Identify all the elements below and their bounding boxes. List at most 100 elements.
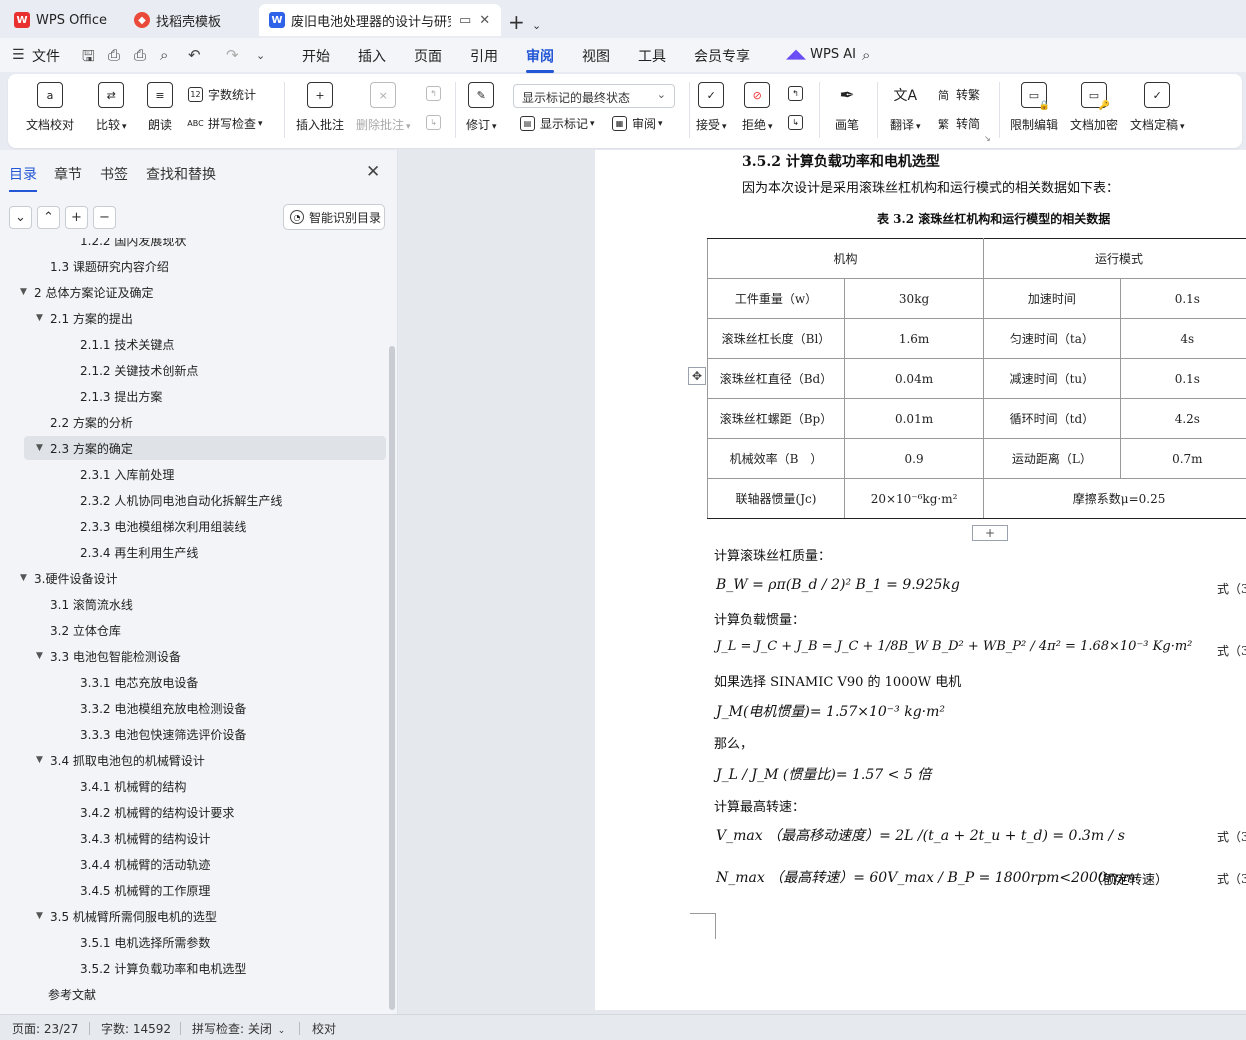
prev-change-button[interactable]: ↰ xyxy=(788,86,808,101)
expand-chevron-icon[interactable]: ▼ xyxy=(36,911,50,921)
proofread-button[interactable]: a 文档校对 xyxy=(26,82,74,133)
toc-item[interactable]: 2.1.3 提出方案 xyxy=(0,384,162,408)
toc-item[interactable]: 3.1 滚筒流水线 xyxy=(0,592,133,616)
toc-item[interactable]: 3.4.3 机械臂的结构设计 xyxy=(0,826,210,850)
panel-tab-bookmarks[interactable]: 书签 xyxy=(100,164,128,184)
close-tab-icon[interactable]: ✕ xyxy=(479,13,490,28)
toc-item[interactable]: 2.3.1 入库前处理 xyxy=(0,462,174,486)
panel-tab-find-replace[interactable]: 查找和替换 xyxy=(146,164,216,184)
page-indicator[interactable]: 页面: 23/27 xyxy=(12,1020,78,1037)
expand-chevron-icon[interactable]: ▼ xyxy=(20,573,34,583)
prev-comment-button[interactable]: ↰ xyxy=(426,86,446,101)
tab-list-chevron-icon[interactable]: ⌄ xyxy=(532,9,541,41)
ribbon-expand-icon[interactable]: ↘ xyxy=(984,134,991,143)
toc-item[interactable]: 3.5.1 电机选择所需参数 xyxy=(0,930,210,954)
toc-item[interactable]: ▼ 2.1 方案的提出 xyxy=(0,306,133,330)
show-markup-button[interactable]: ▤ 显示标记 ▾ xyxy=(520,115,595,132)
to-traditional-button[interactable]: 简转繁 xyxy=(936,86,980,103)
save-icon[interactable]: 🖫 xyxy=(82,46,95,71)
toc-item[interactable]: 2.3.2 人机协同电池自动化拆解生产线 xyxy=(0,488,282,512)
expand-up-button[interactable]: ⌃ xyxy=(37,206,60,229)
panel-tab-chapters[interactable]: 章节 xyxy=(54,164,82,184)
toc-item[interactable]: 2.1.1 技术关键点 xyxy=(0,332,174,356)
print-icon[interactable]: ⎙ xyxy=(134,46,146,64)
toc-item[interactable]: 1.3 课题研究内容介绍 xyxy=(0,254,169,278)
tab-templates[interactable]: ◆ 找稻壳模板 xyxy=(124,4,254,36)
toc-item[interactable]: 3.4.2 机械臂的结构设计要求 xyxy=(0,800,234,824)
search-icon[interactable]: ⌕ xyxy=(862,46,870,64)
proofread-status[interactable]: 校对 xyxy=(312,1020,336,1037)
wps-ai-button[interactable]: ◢◣ WPS AI xyxy=(786,47,856,62)
review-pane-button[interactable]: ▦ 审阅 ▾ xyxy=(612,115,663,132)
toc-item[interactable]: 3.5.2 计算负载功率和电机选型 xyxy=(0,956,246,980)
read-aloud-button[interactable]: ≡ 朗读 xyxy=(147,82,173,133)
toc-item[interactable]: 2.3.3 电池模组梯次利用组装线 xyxy=(0,514,246,538)
output-icon[interactable]: ⎙ xyxy=(108,46,120,64)
toc-scrollbar[interactable] xyxy=(389,346,395,1010)
insert-comment-button[interactable]: + 插入批注 xyxy=(296,82,344,133)
menu-insert[interactable]: 插入 xyxy=(358,46,386,66)
menu-page[interactable]: 页面 xyxy=(414,46,442,66)
panel-tab-toc[interactable]: 目录 xyxy=(9,164,37,192)
toc-item[interactable]: 3.4.1 机械臂的结构 xyxy=(0,774,186,798)
menu-review[interactable]: 审阅 xyxy=(526,46,554,73)
toc-item[interactable]: 3.3.1 电芯充放电设备 xyxy=(0,670,198,694)
expand-chevron-icon[interactable]: ▼ xyxy=(36,443,50,453)
word-count-status[interactable]: 字数: 14592 xyxy=(101,1020,171,1037)
to-simplified-button[interactable]: 繁转简 xyxy=(936,115,980,132)
toc-item[interactable]: 3.4.4 机械臂的活动轨迹 xyxy=(0,852,210,876)
markup-state-select[interactable]: 显示标记的最终状态 ⌄ xyxy=(513,84,675,108)
toc-item[interactable]: 1.2.2 国内发展现状 xyxy=(0,238,186,252)
tab-document[interactable]: W 废旧电池处理器的设计与研究 ▭ ✕ xyxy=(259,4,501,36)
add-heading-button[interactable]: + xyxy=(65,206,88,229)
remove-heading-button[interactable]: − xyxy=(93,206,116,229)
finalize-button[interactable]: ✓ 文档定稿 ▾ xyxy=(1130,82,1185,133)
menu-view[interactable]: 视图 xyxy=(582,46,610,66)
next-comment-button[interactable]: ↳ xyxy=(426,115,446,130)
tab-wps-office[interactable]: W WPS Office xyxy=(4,4,118,36)
toc-item[interactable]: 参考文献 xyxy=(0,982,96,1006)
accept-button[interactable]: ✓ 接受 ▾ xyxy=(696,82,727,133)
revise-button[interactable]: ✎ 修订 ▾ xyxy=(466,82,497,133)
encrypt-button[interactable]: 🔑 ▭ 文档加密 xyxy=(1070,82,1118,133)
toc-item[interactable]: ▼ 3.4 抓取电池包的机械臂设计 xyxy=(0,748,205,772)
toc-item[interactable]: 3.4.5 机械臂的工作原理 xyxy=(0,878,210,902)
toc-item[interactable]: ▼ 3.硬件设备设计 xyxy=(0,566,117,590)
toc-item[interactable]: ▼ 2 总体方案论证及确定 xyxy=(0,280,153,304)
toc-item[interactable]: 2.3.4 再生利用生产线 xyxy=(0,540,198,564)
compare-button[interactable]: ⇄ 比较 ▾ xyxy=(96,82,127,133)
pen-button[interactable]: ✒ 画笔 xyxy=(834,82,860,133)
restrict-edit-button[interactable]: 🔒 ▭ 限制编辑 xyxy=(1010,82,1058,133)
hamburger-menu-icon[interactable]: ☰ xyxy=(12,47,25,63)
window-mode-icon[interactable]: ▭ xyxy=(459,13,471,28)
expand-chevron-icon[interactable]: ▼ xyxy=(20,287,34,297)
toc-item[interactable]: 3.3.3 电池包快速筛选评价设备 xyxy=(0,722,246,746)
spell-check-status[interactable]: 拼写检查: 关闭 ⌄ xyxy=(192,1020,285,1037)
expand-chevron-icon[interactable]: ▼ xyxy=(36,651,50,661)
table-move-handle-icon[interactable]: ✥ xyxy=(688,367,706,385)
menu-file[interactable]: 文件 xyxy=(32,46,60,66)
menu-home[interactable]: 开始 xyxy=(302,46,330,66)
print-preview-icon[interactable]: ⌕ xyxy=(160,46,168,64)
toc-item[interactable]: ▼ 3.3 电池包智能检测设备 xyxy=(0,644,181,668)
expand-chevron-icon[interactable]: ▼ xyxy=(36,313,50,323)
expand-chevron-icon[interactable]: ▼ xyxy=(36,755,50,765)
new-tab-icon[interactable]: + xyxy=(508,6,525,38)
close-panel-icon[interactable]: ✕ xyxy=(366,162,380,182)
smart-toc-button[interactable]: ◔ 智能识别目录 xyxy=(283,204,385,230)
next-change-button[interactable]: ↳ xyxy=(788,115,808,130)
toc-item[interactable]: 3.3.2 电池模组充放电检测设备 xyxy=(0,696,246,720)
redo-icon[interactable]: ↷ xyxy=(226,46,239,64)
menu-references[interactable]: 引用 xyxy=(470,46,498,66)
translate-button[interactable]: 文A 翻译 ▾ xyxy=(890,82,921,133)
toc-item[interactable]: 2.2 方案的分析 xyxy=(0,410,133,434)
delete-comment-button[interactable]: × 删除批注 ▾ xyxy=(356,82,411,133)
menu-member[interactable]: 会员专享 xyxy=(694,46,750,66)
word-count-button[interactable]: 12 字数统计 xyxy=(188,86,256,103)
undo-icon[interactable]: ↶ xyxy=(188,46,201,64)
add-row-button[interactable]: + xyxy=(972,525,1008,541)
toc-item[interactable]: ▼ 3.5 机械臂所需伺服电机的选型 xyxy=(0,904,217,928)
more-chevron-icon[interactable]: ⌄ xyxy=(256,49,265,62)
spell-check-button[interactable]: ABC 拼写检查 ▾ xyxy=(187,115,262,132)
menu-tools[interactable]: 工具 xyxy=(638,46,666,66)
